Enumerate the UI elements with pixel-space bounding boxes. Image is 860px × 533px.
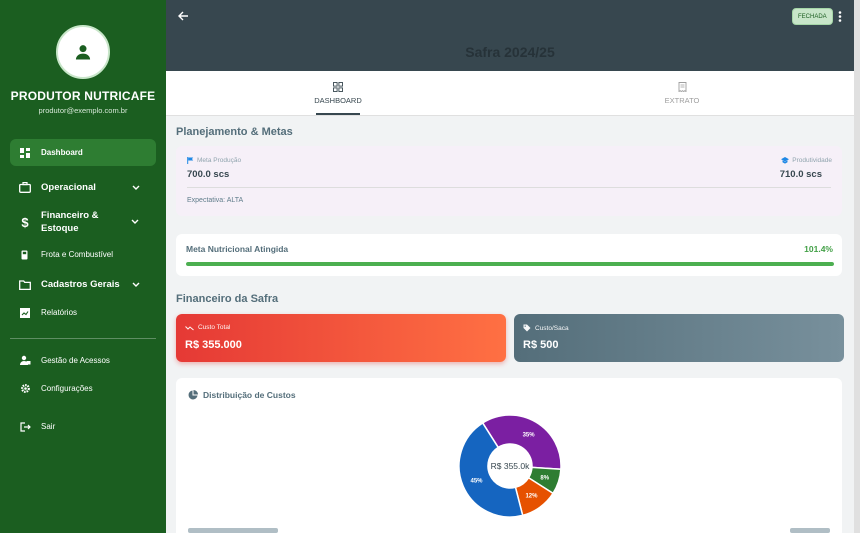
progress-fill xyxy=(186,262,834,266)
expectativa-text: Expectativa: ALTA xyxy=(187,197,244,204)
person-icon xyxy=(75,45,91,60)
custo-total-value: R$ 355.000 xyxy=(185,339,242,351)
sidebar-item-label: Dashboard xyxy=(41,148,83,157)
avatar[interactable] xyxy=(56,25,110,79)
page-title: Safra 2024/25 xyxy=(465,44,555,60)
custo-total-card[interactable]: Custo Total R$ 355.000 xyxy=(176,314,506,362)
sidebar-item-sair[interactable]: Sair xyxy=(10,413,156,440)
custo-saca-value: R$ 500 xyxy=(523,339,559,351)
cost-detail-row xyxy=(188,528,830,533)
sidebar-item-cadastros[interactable]: Cadastros Gerais xyxy=(10,271,156,298)
meta-producao-label: Meta Produção xyxy=(197,157,242,164)
donut-slice-label: 12% xyxy=(525,494,538,500)
chevron-down-icon xyxy=(132,282,140,287)
meta-nutricional-label: Meta Nutricional Atingida xyxy=(186,244,289,254)
divider xyxy=(187,187,831,188)
receipt-icon xyxy=(678,82,686,92)
sidebar-item-dashboard[interactable]: Dashboard xyxy=(10,139,156,166)
donut-slice-label: 35% xyxy=(523,433,536,439)
pie-chart-icon xyxy=(188,390,198,400)
fuel-icon xyxy=(19,249,31,261)
sidebar-item-label: Frota e Combustível xyxy=(41,250,114,259)
produtividade-label: Produtividade xyxy=(792,157,832,164)
produtividade-value: 710.0 scs xyxy=(779,169,822,180)
section-title-planejamento: Planejamento & Metas xyxy=(176,126,293,138)
section-title-financeiro: Financeiro da Safra xyxy=(176,293,279,305)
sidebar-item-label: Sair xyxy=(41,422,56,431)
status-badge: FECHADA xyxy=(792,8,833,25)
custo-saca-label: Custo/Saca xyxy=(535,324,569,332)
produtividade-label-row: Produtividade xyxy=(781,157,832,164)
sidebar-item-label: Relatórios xyxy=(41,308,78,317)
distribuicao-title: Distribuição de Custos xyxy=(203,390,296,400)
trending-icon xyxy=(185,325,194,330)
sidebar-item-configuracoes[interactable]: Configurações xyxy=(10,375,156,402)
sidebar-item-label: Gestão de Acessos xyxy=(41,356,110,365)
tab-label: DASHBOARD xyxy=(314,96,362,105)
distribuicao-title-row: Distribuição de Custos xyxy=(188,390,296,400)
meta-nutricional-card: Meta Nutricional Atingida 101.4% xyxy=(176,234,842,276)
logout-icon xyxy=(19,421,31,433)
report-icon xyxy=(19,307,31,319)
sidebar-item-label: Configurações xyxy=(41,384,93,393)
tab-indicator xyxy=(316,113,360,115)
meta-nutricional-progress xyxy=(186,262,834,266)
back-button[interactable] xyxy=(175,8,191,24)
more-options-button[interactable] xyxy=(835,9,845,23)
custo-saca-label-row: Custo/Saca xyxy=(523,324,569,332)
profile-email: produtor@exemplo.com.br xyxy=(38,106,128,115)
donut-slice-label: 45% xyxy=(470,478,483,484)
sidebar: PRODUTOR NUTRICAFE produtor@exemplo.com.… xyxy=(0,0,166,533)
chevron-down-icon xyxy=(132,185,140,190)
chevron-down-icon xyxy=(131,219,139,224)
gear-icon xyxy=(19,383,31,395)
cost-detail-value-cut xyxy=(790,528,830,533)
sidebar-item-operacional[interactable]: Operacional xyxy=(10,174,156,201)
donut-center-label: R$ 355.0k xyxy=(491,461,530,471)
tab-bar: DASHBOARD EXTRATO xyxy=(166,71,854,116)
sidebar-item-label: Cadastros Gerais xyxy=(41,279,120,290)
donut-chart: 35% 8% 12% 45% R$ 355.0k xyxy=(458,414,562,518)
tab-extrato[interactable]: EXTRATO xyxy=(510,71,854,116)
custo-total-label: Custo Total xyxy=(198,324,231,331)
sidebar-item-relatorios[interactable]: Relatórios xyxy=(10,299,156,326)
folder-icon xyxy=(19,279,31,291)
meta-producao-label-row: Meta Produção xyxy=(187,157,241,164)
distribuicao-card: Distribuição de Custos 35% 8% 12% 45% R$ 355… xyxy=(176,378,842,533)
sidebar-item-frota[interactable]: Frota e Combustível xyxy=(10,241,156,268)
scrollbar[interactable] xyxy=(854,0,860,533)
sidebar-divider xyxy=(10,338,156,339)
flag-icon xyxy=(187,157,194,164)
tab-label: EXTRATO xyxy=(664,96,700,105)
dashboard-icon xyxy=(19,147,31,159)
sidebar-item-financeiro[interactable]: $ Financeiro & Estoque xyxy=(10,206,130,238)
donut-slice-label: 8% xyxy=(540,475,549,481)
school-icon xyxy=(781,157,790,164)
custo-saca-card[interactable]: Custo/Saca R$ 500 xyxy=(514,314,844,362)
briefcase-icon xyxy=(19,182,31,194)
sidebar-item-label: Operacional xyxy=(41,182,96,193)
profile-name: PRODUTOR NUTRICAFE xyxy=(10,89,156,103)
custo-total-label-row: Custo Total xyxy=(185,324,230,331)
meta-nutricional-percent: 101.4% xyxy=(804,244,833,254)
planejamento-card: Meta Produção 700.0 scs Produtividade 71… xyxy=(176,146,842,216)
sidebar-item-label: Financeiro & Estoque xyxy=(41,210,99,234)
tag-icon xyxy=(523,324,531,332)
cost-detail-label-cut xyxy=(188,528,278,533)
arrow-left-icon xyxy=(177,11,188,21)
tab-dashboard[interactable]: DASHBOARD xyxy=(166,71,510,116)
top-bar: FECHADA Safra 2024/25 xyxy=(166,0,854,71)
sidebar-item-gestao-acessos[interactable]: Gestão de Acessos xyxy=(10,347,156,374)
meta-producao-value: 700.0 scs xyxy=(187,169,230,180)
grid-icon xyxy=(333,82,343,92)
dollar-icon: $ xyxy=(21,214,29,230)
more-vert-icon xyxy=(838,10,842,22)
lock-people-icon xyxy=(19,355,31,367)
